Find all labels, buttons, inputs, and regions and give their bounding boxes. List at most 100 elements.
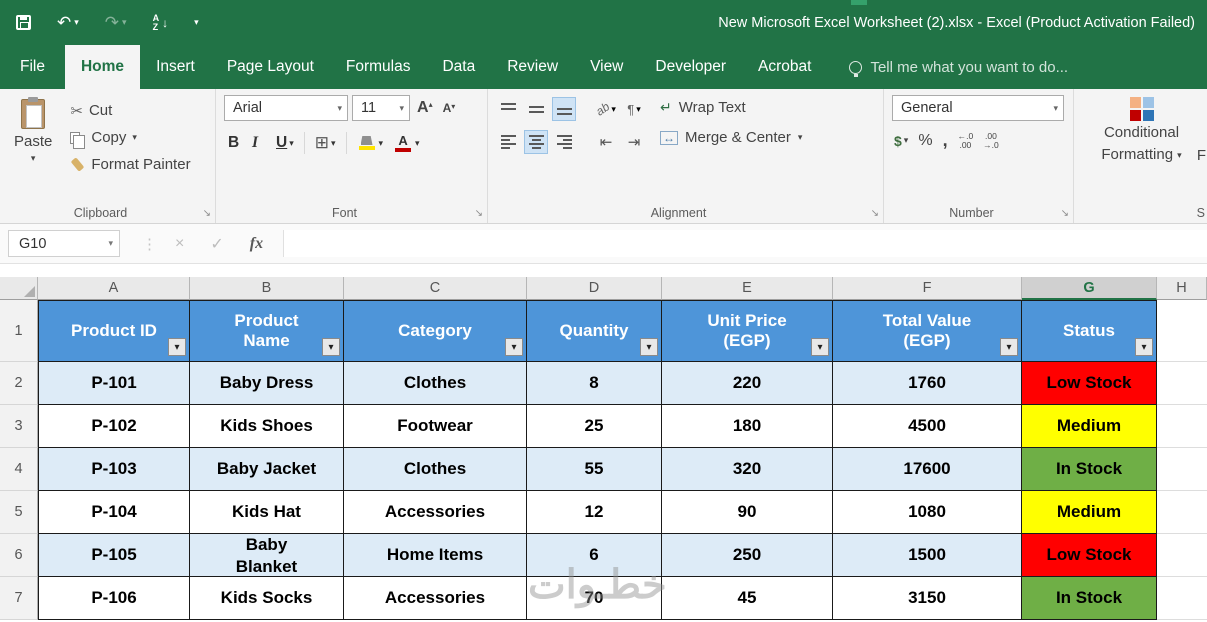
table-cell[interactable]: Clothes	[344, 448, 527, 491]
table-cell[interactable]: Accessories	[344, 577, 527, 620]
percent-style-button[interactable]: %	[918, 132, 932, 150]
table-cell[interactable]: 1500	[833, 534, 1022, 577]
insert-function-button[interactable]: fx	[250, 235, 263, 253]
increase-decimal-button[interactable]: ←.0.00	[958, 132, 974, 149]
tab-developer[interactable]: Developer	[639, 45, 742, 89]
status-cell[interactable]: Low Stock	[1022, 534, 1157, 577]
orientation-button[interactable]: ab ▾	[593, 97, 618, 121]
name-box[interactable]: G10 ▾	[8, 230, 120, 257]
column-header-F[interactable]: F	[833, 277, 1022, 300]
tab-view[interactable]: View	[574, 45, 639, 89]
align-center-button[interactable]	[524, 130, 548, 154]
tab-file[interactable]: File	[0, 45, 65, 89]
number-format-combobox[interactable]: General ▾	[892, 95, 1064, 121]
table-cell[interactable]: P-106	[38, 577, 190, 620]
header-cell-product-id[interactable]: Product ID ▾	[38, 300, 190, 362]
empty-cell[interactable]	[1157, 300, 1207, 362]
clipboard-dialog-launcher[interactable]: ↘	[203, 208, 211, 219]
header-cell-category[interactable]: Category ▾	[344, 300, 527, 362]
header-cell-product-name[interactable]: Product Name ▾	[190, 300, 344, 362]
table-cell[interactable]: 70	[527, 577, 662, 620]
filter-dropdown-button[interactable]: ▾	[640, 338, 658, 356]
empty-cell[interactable]	[1157, 577, 1207, 620]
redo-button[interactable]: ↷ ▾	[105, 14, 127, 31]
chevron-down-icon[interactable]: ▾	[132, 133, 137, 142]
tab-data[interactable]: Data	[426, 45, 491, 89]
table-cell[interactable]: 6	[527, 534, 662, 577]
status-cell[interactable]: Low Stock	[1022, 362, 1157, 405]
align-right-button[interactable]	[552, 130, 576, 154]
customize-qat-button[interactable]: ▾	[194, 18, 199, 27]
font-name-combobox[interactable]: Arial ▾	[224, 95, 348, 121]
align-left-button[interactable]	[496, 130, 520, 154]
wrap-text-button[interactable]: ↵ Wrap Text	[660, 99, 802, 116]
empty-cell[interactable]	[1157, 448, 1207, 491]
status-cell[interactable]: Medium	[1022, 491, 1157, 534]
format-as-table-button-clipped[interactable]: F	[1197, 147, 1206, 164]
format-painter-button[interactable]: Format Painter	[66, 151, 194, 178]
table-cell[interactable]: 1080	[833, 491, 1022, 534]
table-cell[interactable]: 180	[662, 405, 833, 448]
accounting-format-button[interactable]: $ ▾	[894, 133, 908, 149]
filter-dropdown-button[interactable]: ▾	[168, 338, 186, 356]
empty-cell[interactable]	[1157, 534, 1207, 577]
tab-acrobat[interactable]: Acrobat	[742, 45, 827, 89]
table-cell[interactable]: 250	[662, 534, 833, 577]
row-header-5[interactable]: 5	[0, 491, 38, 534]
table-cell[interactable]: Home Items	[344, 534, 527, 577]
text-direction-button[interactable]: ¶ ▾	[622, 97, 646, 121]
table-cell[interactable]: Footwear	[344, 405, 527, 448]
table-cell[interactable]: 90	[662, 491, 833, 534]
chevron-down-icon[interactable]: ▾	[415, 138, 420, 148]
select-all-corner[interactable]	[0, 277, 38, 300]
tab-insert[interactable]: Insert	[140, 45, 211, 89]
chevron-down-icon[interactable]: ▾	[798, 133, 803, 142]
column-header-A[interactable]: A	[38, 277, 190, 300]
number-dialog-launcher[interactable]: ↘	[1061, 208, 1069, 219]
filter-dropdown-button[interactable]: ▾	[505, 338, 523, 356]
table-cell[interactable]: 4500	[833, 405, 1022, 448]
table-cell[interactable]: P-105	[38, 534, 190, 577]
table-cell[interactable]: 45	[662, 577, 833, 620]
table-cell[interactable]: Clothes	[344, 362, 527, 405]
table-cell[interactable]: 1760	[833, 362, 1022, 405]
status-cell[interactable]: In Stock	[1022, 577, 1157, 620]
middle-align-button[interactable]	[524, 97, 548, 121]
merge-center-button[interactable]: ↔ Merge & Center ▾	[660, 129, 802, 146]
table-cell[interactable]: P-103	[38, 448, 190, 491]
table-cell[interactable]: P-101	[38, 362, 190, 405]
table-cell[interactable]: 25	[527, 405, 662, 448]
table-cell[interactable]: 8	[527, 362, 662, 405]
top-align-button[interactable]	[496, 97, 520, 121]
table-cell[interactable]: Kids Hat	[190, 491, 344, 534]
table-cell[interactable]: 320	[662, 448, 833, 491]
tab-review[interactable]: Review	[491, 45, 574, 89]
table-cell[interactable]: Baby Blanket	[190, 534, 344, 577]
table-cell[interactable]: 220	[662, 362, 833, 405]
filter-dropdown-button[interactable]: ▾	[1135, 338, 1153, 356]
decrease-decimal-button[interactable]: .00 →.0	[983, 132, 999, 149]
chevron-down-icon[interactable]: ▾	[108, 239, 113, 248]
cancel-button[interactable]: ×	[175, 235, 184, 253]
status-cell[interactable]: Medium	[1022, 405, 1157, 448]
filter-dropdown-button[interactable]: ▾	[1000, 338, 1018, 356]
empty-cell[interactable]	[1157, 362, 1207, 405]
table-cell[interactable]: Kids Shoes	[190, 405, 344, 448]
decrease-indent-button[interactable]: ⇤	[594, 130, 618, 154]
empty-cell[interactable]	[1157, 405, 1207, 448]
table-cell[interactable]: 17600	[833, 448, 1022, 491]
increase-indent-button[interactable]: ⇥	[622, 130, 646, 154]
table-cell[interactable]: P-104	[38, 491, 190, 534]
save-button[interactable]	[16, 15, 31, 30]
paste-button[interactable]: Paste ▾	[8, 95, 62, 201]
row-header-3[interactable]: 3	[0, 405, 38, 448]
bottom-align-button[interactable]	[552, 97, 576, 121]
table-cell[interactable]: 12	[527, 491, 662, 534]
header-cell-quantity[interactable]: Quantity ▾	[527, 300, 662, 362]
enter-button[interactable]: ✓	[210, 234, 223, 254]
tab-formulas[interactable]: Formulas	[330, 45, 427, 89]
undo-button[interactable]: ↶ ▾	[57, 14, 79, 31]
conditional-formatting-button[interactable]: Conditional Formatting ▾	[1082, 95, 1201, 165]
table-cell[interactable]: Baby Dress	[190, 362, 344, 405]
sort-az-button[interactable]: AZ ↓	[153, 13, 169, 32]
